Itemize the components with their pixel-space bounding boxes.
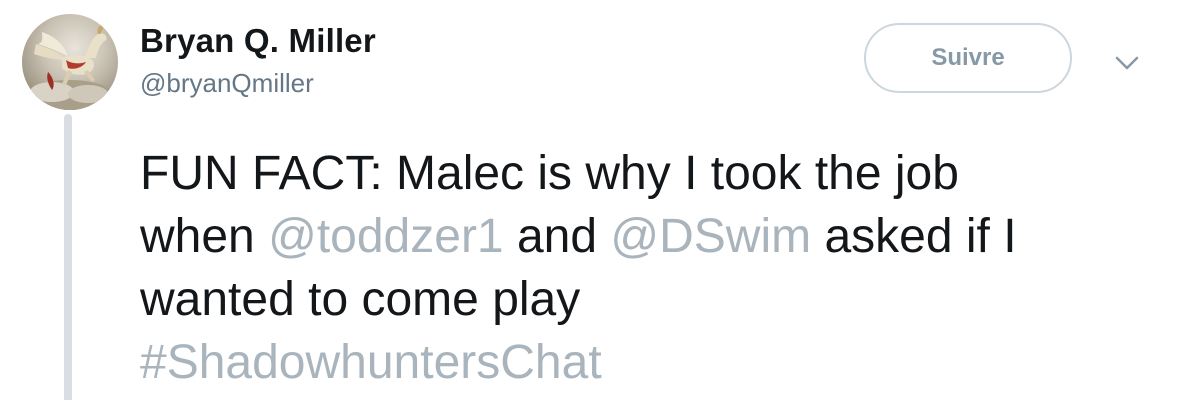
mention-link[interactable]: @toddzer1	[268, 210, 504, 263]
chevron-down-icon[interactable]	[1110, 48, 1144, 78]
pegasus-icon	[26, 25, 114, 110]
mention-link[interactable]: @DSwim	[610, 210, 811, 263]
tweet-text: FUN FACT: Malec is why I took the job wh…	[140, 142, 1170, 394]
avatar[interactable]	[22, 14, 118, 110]
hashtag-link[interactable]: #ShadowhuntersChat	[140, 331, 1170, 394]
author-name[interactable]: Bryan Q. Miller	[140, 22, 376, 60]
tweet-text-fragment: asked if I	[811, 210, 1017, 263]
tweet-text-fragment: when	[140, 210, 269, 263]
tweet-line-1: FUN FACT: Malec is why I took the job	[140, 147, 959, 200]
follow-button[interactable]: Suivre	[864, 23, 1072, 93]
thread-line	[64, 114, 72, 400]
tweet-text-fragment: and	[503, 210, 611, 263]
tweet-line-3: wanted to come play	[140, 273, 581, 326]
author-handle[interactable]: @bryanQmiller	[140, 68, 314, 99]
tweet-card: Bryan Q. Miller @bryanQmiller Suivre FUN…	[0, 0, 1188, 400]
tweet-line-2: when @toddzer1 and @DSwim asked if I	[140, 205, 1170, 268]
